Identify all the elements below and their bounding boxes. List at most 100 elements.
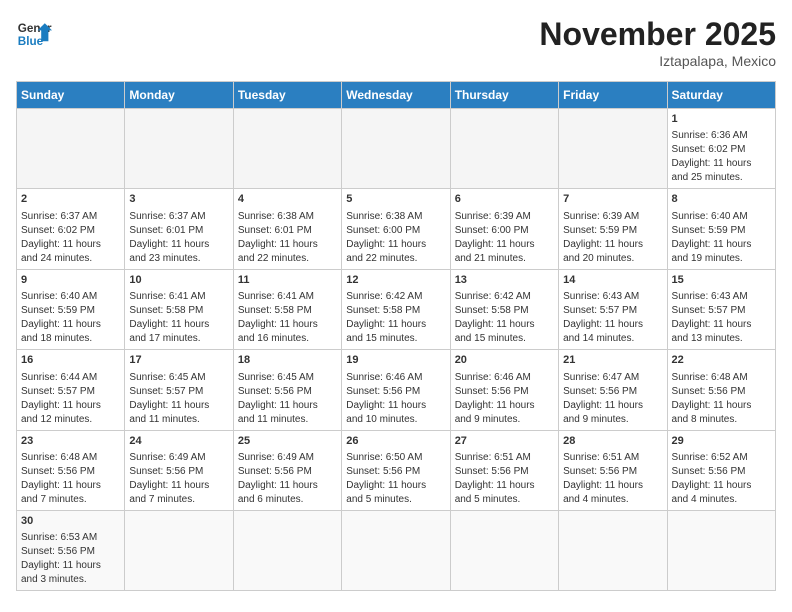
- calendar-week-row: 1Sunrise: 6:36 AMSunset: 6:02 PMDaylight…: [17, 109, 776, 189]
- calendar-week-row: 30Sunrise: 6:53 AMSunset: 5:56 PMDayligh…: [17, 510, 776, 590]
- calendar-cell: [125, 109, 233, 189]
- day-info: Sunset: 5:56 PM: [238, 465, 337, 479]
- day-info: Sunset: 6:00 PM: [346, 224, 445, 238]
- day-info: Sunset: 6:02 PM: [672, 143, 771, 157]
- day-info: Sunset: 6:01 PM: [238, 224, 337, 238]
- day-info: Sunrise: 6:46 AM: [346, 371, 445, 385]
- day-info: and 7 minutes.: [21, 493, 120, 507]
- calendar-cell: 26Sunrise: 6:50 AMSunset: 5:56 PMDayligh…: [342, 430, 450, 510]
- day-info: Sunrise: 6:41 AM: [238, 290, 337, 304]
- day-info: and 15 minutes.: [455, 332, 554, 346]
- header-day-monday: Monday: [125, 82, 233, 109]
- day-info: and 11 minutes.: [129, 413, 228, 427]
- calendar-cell: [559, 109, 667, 189]
- day-info: and 13 minutes.: [672, 332, 771, 346]
- header-day-saturday: Saturday: [667, 82, 775, 109]
- day-number: 5: [346, 192, 445, 207]
- day-info: Daylight: 11 hours: [672, 238, 771, 252]
- day-info: Sunset: 5:58 PM: [129, 304, 228, 318]
- day-number: 27: [455, 434, 554, 449]
- day-info: Daylight: 11 hours: [563, 479, 662, 493]
- day-info: Daylight: 11 hours: [21, 399, 120, 413]
- calendar-cell: 9Sunrise: 6:40 AMSunset: 5:59 PMDaylight…: [17, 269, 125, 349]
- title-block: November 2025 Iztapalapa, Mexico: [539, 16, 776, 69]
- day-info: and 5 minutes.: [346, 493, 445, 507]
- calendar-cell: 25Sunrise: 6:49 AMSunset: 5:56 PMDayligh…: [233, 430, 341, 510]
- day-info: Sunset: 5:59 PM: [672, 224, 771, 238]
- calendar-cell: 7Sunrise: 6:39 AMSunset: 5:59 PMDaylight…: [559, 189, 667, 269]
- day-info: and 22 minutes.: [346, 252, 445, 266]
- day-info: Sunset: 5:56 PM: [455, 385, 554, 399]
- day-info: Daylight: 11 hours: [238, 479, 337, 493]
- day-info: Sunset: 6:00 PM: [455, 224, 554, 238]
- day-info: Sunset: 5:56 PM: [238, 385, 337, 399]
- day-info: and 24 minutes.: [21, 252, 120, 266]
- calendar-cell: 1Sunrise: 6:36 AMSunset: 6:02 PMDaylight…: [667, 109, 775, 189]
- day-info: Daylight: 11 hours: [563, 238, 662, 252]
- day-info: Sunrise: 6:48 AM: [21, 451, 120, 465]
- day-info: Daylight: 11 hours: [672, 157, 771, 171]
- day-info: Sunset: 5:57 PM: [563, 304, 662, 318]
- calendar-cell: 10Sunrise: 6:41 AMSunset: 5:58 PMDayligh…: [125, 269, 233, 349]
- header-day-thursday: Thursday: [450, 82, 558, 109]
- day-info: and 7 minutes.: [129, 493, 228, 507]
- day-info: and 22 minutes.: [238, 252, 337, 266]
- day-info: Daylight: 11 hours: [129, 238, 228, 252]
- day-number: 20: [455, 353, 554, 368]
- day-number: 6: [455, 192, 554, 207]
- day-info: and 20 minutes.: [563, 252, 662, 266]
- calendar-cell: 24Sunrise: 6:49 AMSunset: 5:56 PMDayligh…: [125, 430, 233, 510]
- day-info: Sunrise: 6:50 AM: [346, 451, 445, 465]
- day-info: Sunrise: 6:51 AM: [563, 451, 662, 465]
- header-day-wednesday: Wednesday: [342, 82, 450, 109]
- day-info: Sunset: 5:56 PM: [21, 465, 120, 479]
- day-info: Sunset: 5:56 PM: [21, 545, 120, 559]
- day-number: 11: [238, 273, 337, 288]
- day-number: 25: [238, 434, 337, 449]
- day-info: and 16 minutes.: [238, 332, 337, 346]
- day-number: 14: [563, 273, 662, 288]
- calendar-cell: 30Sunrise: 6:53 AMSunset: 5:56 PMDayligh…: [17, 510, 125, 590]
- day-number: 16: [21, 353, 120, 368]
- calendar-cell: [450, 109, 558, 189]
- location-subtitle: Iztapalapa, Mexico: [539, 53, 776, 69]
- day-number: 23: [21, 434, 120, 449]
- calendar-cell: 29Sunrise: 6:52 AMSunset: 5:56 PMDayligh…: [667, 430, 775, 510]
- day-info: Sunset: 5:58 PM: [238, 304, 337, 318]
- day-number: 17: [129, 353, 228, 368]
- calendar-cell: 6Sunrise: 6:39 AMSunset: 6:00 PMDaylight…: [450, 189, 558, 269]
- calendar-week-row: 16Sunrise: 6:44 AMSunset: 5:57 PMDayligh…: [17, 350, 776, 430]
- day-info: and 14 minutes.: [563, 332, 662, 346]
- day-info: and 4 minutes.: [672, 493, 771, 507]
- day-info: and 25 minutes.: [672, 171, 771, 185]
- day-info: Sunrise: 6:44 AM: [21, 371, 120, 385]
- logo: General Blue: [16, 16, 52, 52]
- day-info: Sunrise: 6:43 AM: [563, 290, 662, 304]
- day-info: Daylight: 11 hours: [346, 238, 445, 252]
- calendar-cell: 22Sunrise: 6:48 AMSunset: 5:56 PMDayligh…: [667, 350, 775, 430]
- day-info: and 17 minutes.: [129, 332, 228, 346]
- day-info: Daylight: 11 hours: [563, 318, 662, 332]
- day-info: Sunrise: 6:52 AM: [672, 451, 771, 465]
- day-info: and 18 minutes.: [21, 332, 120, 346]
- day-info: Sunset: 5:56 PM: [346, 385, 445, 399]
- day-info: Sunrise: 6:37 AM: [21, 210, 120, 224]
- day-number: 13: [455, 273, 554, 288]
- header-day-tuesday: Tuesday: [233, 82, 341, 109]
- day-info: Daylight: 11 hours: [346, 318, 445, 332]
- day-info: Sunset: 5:59 PM: [21, 304, 120, 318]
- day-number: 9: [21, 273, 120, 288]
- calendar-cell: 20Sunrise: 6:46 AMSunset: 5:56 PMDayligh…: [450, 350, 558, 430]
- day-info: Sunrise: 6:38 AM: [346, 210, 445, 224]
- calendar-cell: 21Sunrise: 6:47 AMSunset: 5:56 PMDayligh…: [559, 350, 667, 430]
- day-info: and 12 minutes.: [21, 413, 120, 427]
- day-info: Daylight: 11 hours: [238, 318, 337, 332]
- calendar-cell: 19Sunrise: 6:46 AMSunset: 5:56 PMDayligh…: [342, 350, 450, 430]
- day-info: Daylight: 11 hours: [21, 238, 120, 252]
- calendar-cell: [233, 109, 341, 189]
- day-info: Sunrise: 6:39 AM: [455, 210, 554, 224]
- svg-text:Blue: Blue: [18, 35, 44, 48]
- day-info: and 23 minutes.: [129, 252, 228, 266]
- day-info: and 10 minutes.: [346, 413, 445, 427]
- day-info: Daylight: 11 hours: [346, 479, 445, 493]
